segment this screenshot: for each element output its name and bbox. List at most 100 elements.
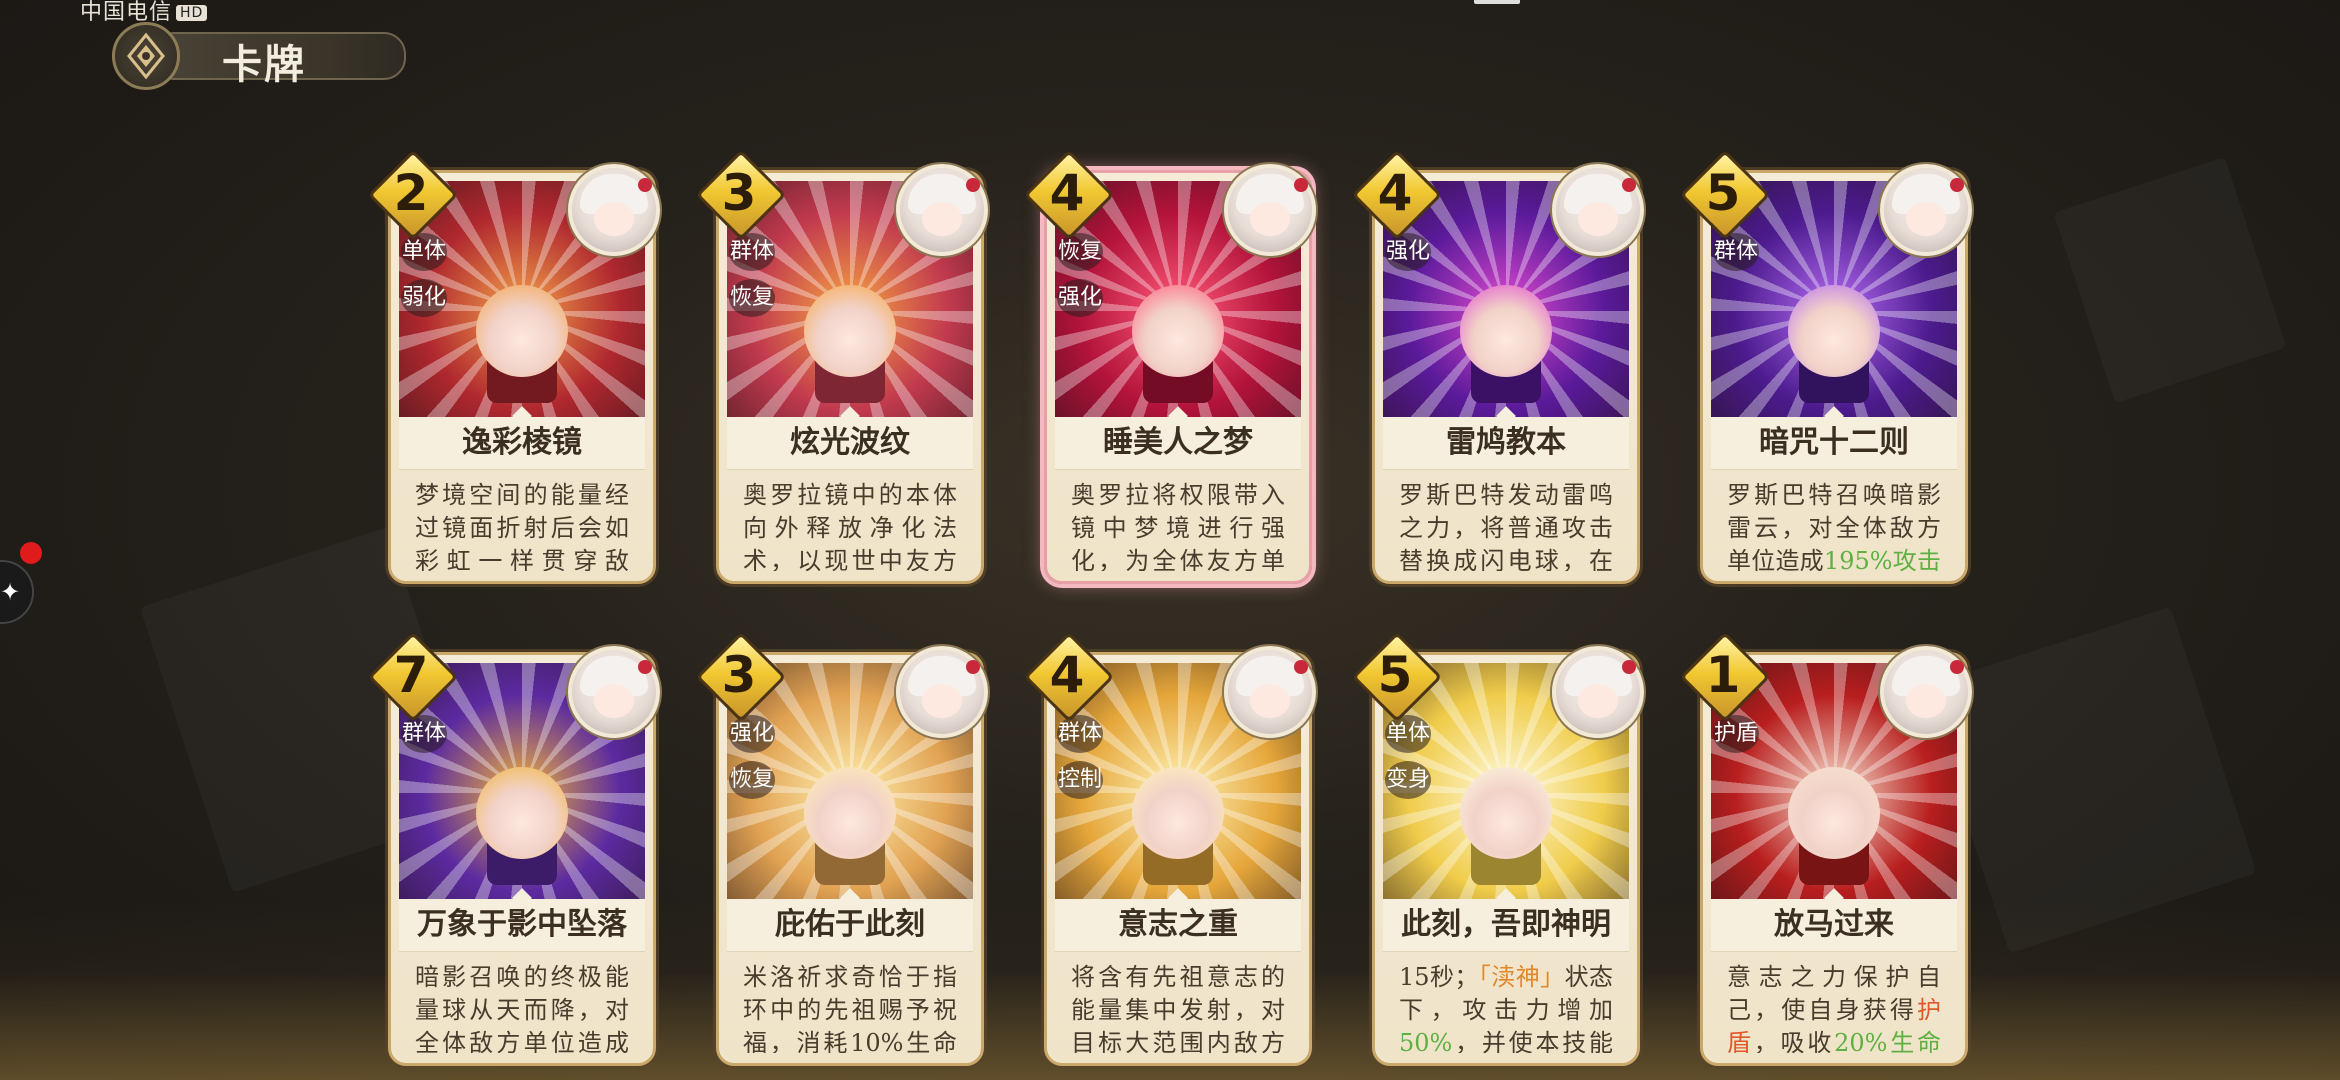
avatar-face — [1578, 202, 1618, 236]
character-avatar — [568, 164, 660, 256]
bg-decor — [2054, 157, 2287, 403]
description-text: 暗影召唤的终极能量球从天而降，对全体敌方单位造成 — [415, 963, 629, 1053]
hd-badge: HD — [176, 5, 208, 21]
cost-badge: 3 — [695, 631, 787, 723]
character-head — [476, 766, 568, 859]
avatar-face — [1250, 684, 1290, 718]
card-name: 意志之重 — [1055, 899, 1301, 952]
sparkle-icon: ✦ — [0, 578, 21, 606]
cost-badge: 2 — [367, 149, 459, 241]
skill-tag: 单体 — [1385, 715, 1431, 753]
avatar-face — [594, 202, 634, 236]
highlight-text: 「渎神」 — [1478, 963, 1565, 991]
cost-value: 4 — [1377, 164, 1413, 222]
cost-badge: 4 — [1023, 149, 1115, 241]
skill-tag: 强化 — [1385, 233, 1431, 271]
description-text: 将含有先祖意志的能量集中发射，对目标大范围内敌方单位造成 — [1071, 963, 1285, 1053]
card-emblem-icon — [112, 22, 180, 90]
card-name: 睡美人之梦 — [1055, 417, 1301, 470]
cost-value: 4 — [1049, 646, 1085, 704]
cost-badge: 7 — [367, 631, 459, 723]
flower-icon — [1950, 660, 1964, 674]
cost-value: 5 — [1377, 646, 1413, 704]
flower-icon — [1622, 660, 1636, 674]
avatar-face — [1250, 202, 1290, 236]
cost-value: 4 — [1049, 164, 1085, 222]
card-name: 炫光波纹 — [727, 417, 973, 470]
skill-tag: 弱化 — [401, 279, 447, 317]
character-head — [1788, 766, 1880, 859]
card-description: 奥罗拉镜中的本体向外释放净化法术，以现世中友方生命值百分比最低的乐师为中 — [733, 473, 967, 571]
skill-tag: 恢复 — [1057, 233, 1103, 271]
skill-tag: 单体 — [401, 233, 447, 271]
battery-icon — [1474, 0, 1520, 4]
description-text: 奥罗拉将权限带入镜中梦境进行强化，为全体友方单位恢复 — [1071, 481, 1285, 571]
cost-badge: 3 — [695, 149, 787, 241]
card-description: 将含有先祖意志的能量集中发射，对目标大范围内敌方单位造成 — [1061, 955, 1295, 1053]
character-avatar — [1880, 646, 1972, 738]
character-head — [1132, 766, 1224, 859]
cost-badge: 5 — [1679, 149, 1771, 241]
card-name: 逸彩棱镜 — [399, 417, 645, 470]
description-text: 梦境空间的能量经过镜面折射后会如彩虹一样贯穿敌人，对目标敌方单位造成 — [415, 481, 629, 571]
cost-value: 3 — [721, 164, 757, 222]
character-head — [804, 284, 896, 377]
skill-tag: 强化 — [1057, 279, 1103, 317]
skill-tag: 恢复 — [729, 279, 775, 317]
character-head — [1132, 284, 1224, 377]
character-head — [476, 284, 568, 377]
skill-tag: 群体 — [1057, 715, 1103, 753]
flower-icon — [1294, 178, 1308, 192]
avatar-face — [1906, 684, 1946, 718]
notification-dot — [20, 542, 42, 564]
skill-tag: 群体 — [401, 715, 447, 753]
card-description: 罗斯巴特召唤暗影雷云，对全体敌方单位造成195%攻击力的魔法伤害 — [1717, 473, 1951, 571]
cost-value: 3 — [721, 646, 757, 704]
card-name: 万象于影中坠落 — [399, 899, 645, 952]
character-avatar — [896, 164, 988, 256]
skill-tag: 变身 — [1385, 761, 1431, 799]
description-text: 15秒； — [1399, 963, 1479, 991]
skill-tag: 群体 — [1713, 233, 1759, 271]
flower-icon — [1294, 660, 1308, 674]
card-description: 意志之力保护自己，使自身获得护盾，吸收20%生命值的伤害，持续5秒。 — [1717, 955, 1951, 1053]
avatar-face — [1578, 684, 1618, 718]
character-avatar — [568, 646, 660, 738]
character-head — [804, 766, 896, 859]
card-name: 雷鸠教本 — [1383, 417, 1629, 470]
character-avatar — [1552, 164, 1644, 256]
character-avatar — [1880, 164, 1972, 256]
page-header: 卡牌 — [112, 22, 408, 90]
status-bar: 中国电信 HD — [0, 0, 2340, 25]
flower-icon — [638, 660, 652, 674]
card-description: 米洛祈求奇恰于指环中的先祖赐予祝福，消耗10%生命值，使友方全体单位攻击力 — [733, 955, 967, 1053]
flower-icon — [1950, 178, 1964, 192]
page-title: 卡牌 — [222, 42, 306, 88]
card-name: 此刻，吾即神明 — [1383, 899, 1629, 952]
card-name: 暗咒十二则 — [1711, 417, 1957, 470]
skill-tag: 护盾 — [1713, 715, 1759, 753]
skill-tag: 恢复 — [729, 761, 775, 799]
skill-tag: 群体 — [729, 233, 775, 271]
avatar-face — [922, 202, 962, 236]
avatar-face — [594, 684, 634, 718]
flower-icon — [1622, 178, 1636, 192]
flower-icon — [638, 178, 652, 192]
card-name: 放马过来 — [1711, 899, 1957, 952]
cost-badge: 1 — [1679, 631, 1771, 723]
flower-icon — [966, 660, 980, 674]
description-text: 意志之力保护自己，使自身获得 — [1727, 963, 1941, 1024]
character-head — [1460, 766, 1552, 859]
description-text: 奥罗拉镜中的本体向外释放净化法术，以现世中友方生命值百分比最低的乐师为中 — [743, 481, 957, 571]
cost-value: 1 — [1705, 646, 1741, 704]
description-text: 米洛祈求奇恰于指环中的先祖赐予祝福，消耗10%生命值，使友方全体单位攻击力 — [743, 963, 957, 1053]
skill-tag: 强化 — [729, 715, 775, 753]
card-name: 庇佑于此刻 — [727, 899, 973, 952]
highlight-text: 50% — [1399, 1029, 1453, 1053]
cost-badge: 4 — [1351, 149, 1443, 241]
flower-icon — [966, 178, 980, 192]
avatar-face — [922, 684, 962, 718]
character-head — [1788, 284, 1880, 377]
character-head — [1460, 284, 1552, 377]
character-avatar — [1224, 646, 1316, 738]
